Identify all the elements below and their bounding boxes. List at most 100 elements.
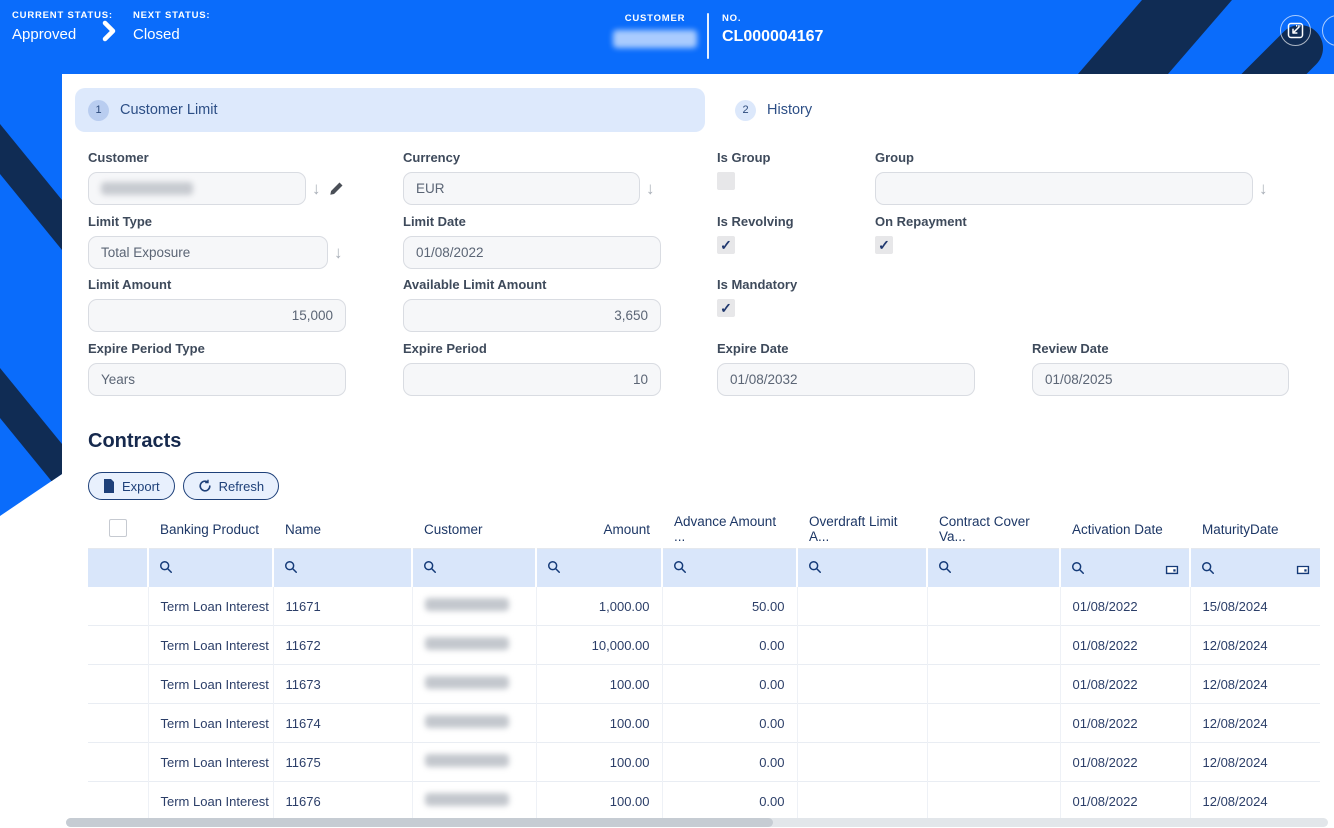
select-all-checkbox[interactable] [109,518,127,537]
tab-history[interactable]: 2 History [722,88,812,132]
filter-activation-date[interactable] [1060,548,1191,587]
tab-customer-limit-label: Customer Limit [120,102,218,118]
filter-name[interactable] [273,548,413,587]
step-tabs: 1 Customer Limit 2 History [75,88,812,132]
is-mandatory-label: Is Mandatory [717,277,798,292]
export-button[interactable]: Export [88,472,175,500]
next-status-label: NEXT STATUS: [133,10,211,21]
redacted-customer [424,637,509,650]
customer-dropdown-icon[interactable]: ↓ [312,180,321,197]
expire-period-type-field[interactable]: Years [88,363,346,396]
row-select-cell [88,587,149,626]
refresh-icon [199,479,211,492]
currency-dropdown-icon[interactable]: ↓ [646,180,655,197]
search-icon [809,560,821,573]
is-mandatory-checkbox[interactable] [717,299,735,317]
on-repayment-checkbox[interactable] [875,236,893,254]
currency-field[interactable]: EUR [403,172,640,205]
customer-field[interactable] [88,172,306,205]
cell-contract-cover [927,781,1061,821]
refresh-button[interactable]: Refresh [182,472,280,500]
filter-contract-cover[interactable] [927,548,1061,587]
cell-advance-amount: 50.00 [662,587,798,626]
row-select-cell [88,781,149,821]
calendar-icon[interactable] [1296,561,1310,575]
page: CURRENT STATUS: Approved NEXT STATUS: Cl… [0,0,1334,828]
filter-overdraft-limit[interactable] [797,548,928,587]
filter-advance-amount[interactable] [662,548,798,587]
limit-date-value: 01/08/2022 [416,245,484,260]
expire-period-field[interactable]: 10 [403,363,661,396]
cell-amount: 1,000.00 [536,587,663,626]
expire-date-label: Expire Date [717,341,789,356]
search-icon [424,560,436,573]
cell-customer [412,664,537,704]
search-icon [1202,562,1214,574]
is-revolving-checkbox[interactable] [717,236,735,254]
group-dropdown-icon[interactable]: ↓ [1259,180,1268,197]
cell-banking-product: Term Loan Interest C... [148,625,274,665]
cell-banking-product: Term Loan Interest C... [148,587,274,626]
currency-field-label: Currency [403,150,461,165]
cell-contract-cover [927,664,1061,704]
limit-type-dropdown-icon[interactable]: ↓ [334,244,343,261]
col-banking-product: Banking Product [148,510,273,549]
header-customer: CUSTOMER [613,13,697,53]
table-row[interactable]: Term Loan Interest C... 11676 100.00 0.0… [88,781,1320,821]
cell-maturity-date: 12/08/2024 [1190,781,1320,821]
row-select-cell [88,664,149,704]
scrollbar-thumb[interactable] [66,818,773,827]
cell-activation-date: 01/08/2022 [1060,664,1191,704]
redacted-customer [424,715,509,728]
table-row[interactable]: Term Loan Interest C... 11672 10,000.00 … [88,625,1320,665]
filter-banking-product[interactable] [148,548,274,587]
cell-amount: 10,000.00 [536,625,663,665]
expire-date-field[interactable]: 01/08/2032 [717,363,975,396]
header-no-label: NO. [722,13,742,24]
limit-type-field[interactable]: Total Exposure [88,236,328,269]
review-date-label: Review Date [1032,341,1109,356]
horizontal-scrollbar [66,818,1328,827]
available-limit-amount-field[interactable]: 3,650 [403,299,661,332]
limit-amount-value: 15,000 [291,308,333,323]
is-group-label: Is Group [717,150,771,165]
cell-name: 11673 [273,664,413,704]
save-button[interactable] [1280,15,1311,46]
cell-advance-amount: 0.00 [662,664,798,704]
filter-customer[interactable] [412,548,537,587]
expire-period-type-value: Years [101,372,136,387]
edit-customer-icon[interactable] [329,181,344,196]
cell-name: 11672 [273,625,413,665]
cell-name: 11671 [273,587,413,626]
next-status: NEXT STATUS: Closed [133,10,210,43]
filter-maturity-date[interactable] [1190,548,1320,587]
cell-advance-amount: 0.00 [662,781,798,821]
limit-date-field[interactable]: 01/08/2022 [403,236,661,269]
calendar-icon[interactable] [1165,561,1179,575]
cell-banking-product: Term Loan Interest C... [148,664,274,704]
group-field-label: Group [875,150,914,165]
header-divider [707,13,709,59]
col-customer: Customer [412,510,536,549]
tab-customer-limit[interactable]: 1 Customer Limit [75,88,705,132]
cell-banking-product: Term Loan Interest C... [148,781,274,821]
limit-amount-field[interactable]: 15,000 [88,299,346,332]
contracts-title: Contracts [88,430,182,452]
available-limit-amount-value: 3,650 [614,308,648,323]
cell-advance-amount: 0.00 [662,625,798,665]
filter-amount[interactable] [536,548,663,587]
is-group-checkbox[interactable] [717,172,735,190]
review-date-field[interactable]: 01/08/2025 [1032,363,1289,396]
search-icon [674,560,686,573]
table-row[interactable]: Term Loan Interest C... 11671 1,000.00 5… [88,587,1320,626]
customer-limit-form: Customer ↓ Currency EUR ↓ Is Group Group… [62,150,1334,440]
cell-amount: 100.00 [536,664,663,704]
col-maturity-date: MaturityDate [1190,510,1320,549]
expire-period-value: 10 [632,372,648,387]
table-row[interactable]: Term Loan Interest C... 11675 100.00 0.0… [88,742,1320,782]
table-row[interactable]: Term Loan Interest C... 11674 100.00 0.0… [88,703,1320,743]
table-row[interactable]: Term Loan Interest C... 11673 100.00 0.0… [88,664,1320,704]
cell-name: 11675 [273,742,413,782]
group-field[interactable] [875,172,1253,205]
redacted-customer [424,598,509,611]
